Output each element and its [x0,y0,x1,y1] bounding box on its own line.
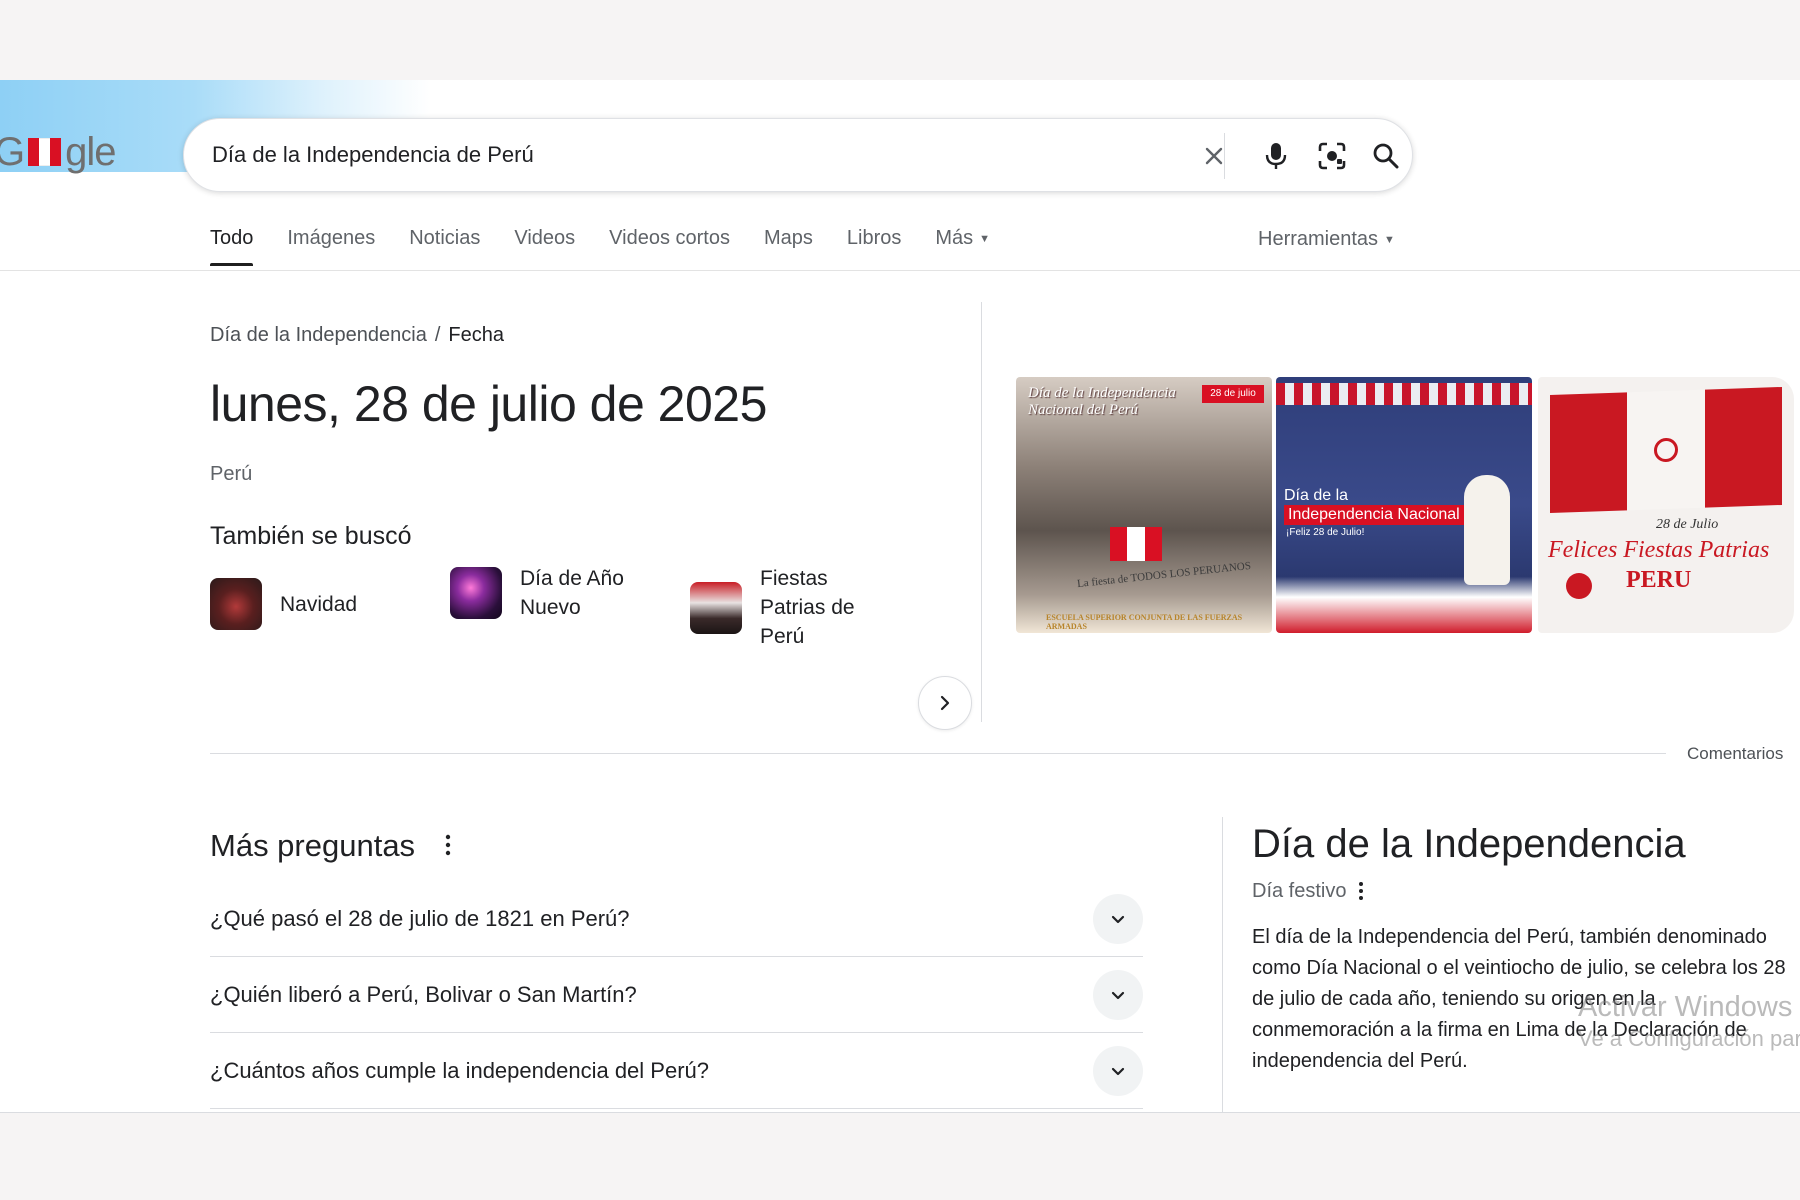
image-result-2[interactable]: Día de la Independencia Nacional ¡Feliz … [1276,377,1532,633]
microphone-icon[interactable] [1258,138,1294,174]
chevron-down-icon[interactable] [1093,1046,1143,1096]
tab-mas[interactable]: Más ▼ [935,218,990,266]
img3-greeting: Felices Fiestas Patrias [1548,537,1770,563]
search-box [183,118,1413,192]
vertical-divider [981,302,982,722]
search-divider [1224,133,1225,179]
next-button[interactable] [918,676,972,730]
related-search-label: Día de Año Nuevo [520,567,624,619]
lens-camera-icon[interactable] [1314,138,1350,174]
search-results-page: G gle Todo Imágenes Noticias Videos Vide… [0,80,1800,1113]
image-result-3[interactable]: 28 de Julio Felices Fiestas Patrias PERU [1538,377,1794,633]
feedback-link[interactable]: Comentarios [1687,744,1783,764]
tab-videos[interactable]: Videos [514,218,575,266]
knowledge-panel-divider [1222,817,1223,1112]
img1-badge: 28 de julio [1202,385,1264,403]
img2-sailor-figure [1464,475,1510,585]
more-questions-title: Más preguntas [210,828,416,863]
logo-text-left: G [0,130,25,175]
related-search-label: Fiestas Patrias de Perú [760,567,855,648]
question-row[interactable]: ¿Quién liberó a Perú, Bolivar o San Mart… [210,957,1143,1033]
windows-activation-watermark: Activar Windows Ve a Configuración para … [1578,992,1800,1054]
tab-noticias[interactable]: Noticias [409,218,480,266]
breadcrumb: Día de la Independencia / Fecha [210,324,504,347]
tabs-divider [0,270,1800,271]
also-searched-title: También se buscó [210,522,412,550]
watermark-line-2: Ve a Configuración para activar Windows. [1578,1026,1800,1051]
watermark-line-1: Activar Windows [1578,991,1793,1023]
img3-date: 28 de Julio [1656,517,1719,532]
img1-footer: ESCUELA SUPERIOR CONJUNTA DE LAS FUERZAS… [1046,613,1243,631]
related-search-navidad[interactable]: Navidad [210,578,357,630]
related-search-ano-nuevo[interactable]: Día de Año Nuevo [450,564,650,622]
img3-flower-icon [1566,573,1592,599]
caret-down-icon: ▼ [979,232,991,245]
answer-country: Perú [210,463,253,485]
answer-date: lunes, 28 de julio de 2025 [210,376,767,432]
navidad-thumbnail [210,578,262,630]
img3-country: PERU [1626,567,1692,593]
tab-mas-label: Más [935,227,974,249]
tab-maps[interactable]: Maps [764,218,813,266]
tab-imagenes[interactable]: Imágenes [287,218,375,266]
chevron-right-icon [940,695,950,711]
img2-bunting [1276,383,1532,405]
question-text: ¿Qué pasó el 28 de julio de 1821 en Perú… [210,905,630,931]
tab-todo[interactable]: Todo [210,218,254,266]
img2-subtitle: ¡Feliz 28 de Julio! [1286,527,1365,538]
clear-icon[interactable] [1196,138,1232,174]
chevron-down-icon[interactable] [1093,894,1143,944]
img2-title-2: Independencia Nacional [1284,505,1464,525]
breadcrumb-current: Fecha [448,324,504,346]
search-tabs: Todo Imágenes Noticias Videos Videos cor… [210,218,990,266]
ano-nuevo-thumbnail [450,567,502,619]
img3-flag-icon [1550,386,1782,514]
tools-menu[interactable]: Herramientas ▼ [1258,228,1395,251]
question-text: ¿Cuántos años cumple la independencia de… [210,1057,709,1083]
knowledge-panel-options-icon[interactable] [1356,880,1366,902]
tab-videos-cortos[interactable]: Videos cortos [609,218,730,266]
question-row[interactable]: ¿Cuántos años cumple la independencia de… [210,1033,1143,1109]
peru-flag-icon [28,138,62,166]
chevron-down-icon[interactable] [1093,970,1143,1020]
img2-title-1: Día de la [1284,487,1349,504]
image-result-1[interactable]: Día de la Independencia Nacional del Per… [1016,377,1272,633]
related-search-fiestas-patrias[interactable]: Fiestas Patrias de Perú [690,564,890,651]
related-search-label: Navidad [280,592,358,616]
logo-text-right: gle [65,129,116,174]
section-divider [210,753,1666,754]
fiestas-patrias-thumbnail [690,581,742,634]
knowledge-panel-title: Día de la Independencia [1252,822,1686,866]
tab-libros[interactable]: Libros [847,218,901,266]
img1-caption: La fiesta de TODOS LOS PERUANOS [1076,559,1252,591]
caret-down-icon: ▼ [1384,233,1395,246]
tools-label: Herramientas [1258,228,1379,250]
more-options-icon[interactable] [442,832,454,858]
breadcrumb-separator: / [434,324,441,346]
question-text: ¿Quién liberó a Perú, Bolivar o San Mart… [210,981,637,1007]
img1-title: Día de la Independencia Nacional del Per… [1028,385,1176,418]
breadcrumb-parent[interactable]: Día de la Independencia [210,324,427,346]
img1-flag-icon [1110,527,1162,561]
google-doodle-logo[interactable]: G gle [0,122,117,182]
question-row[interactable]: ¿Qué pasó el 28 de julio de 1821 en Perú… [210,881,1143,957]
search-input[interactable] [212,133,1112,177]
knowledge-panel-subtitle: Día festivo [1252,880,1347,902]
search-icon[interactable] [1368,138,1404,174]
